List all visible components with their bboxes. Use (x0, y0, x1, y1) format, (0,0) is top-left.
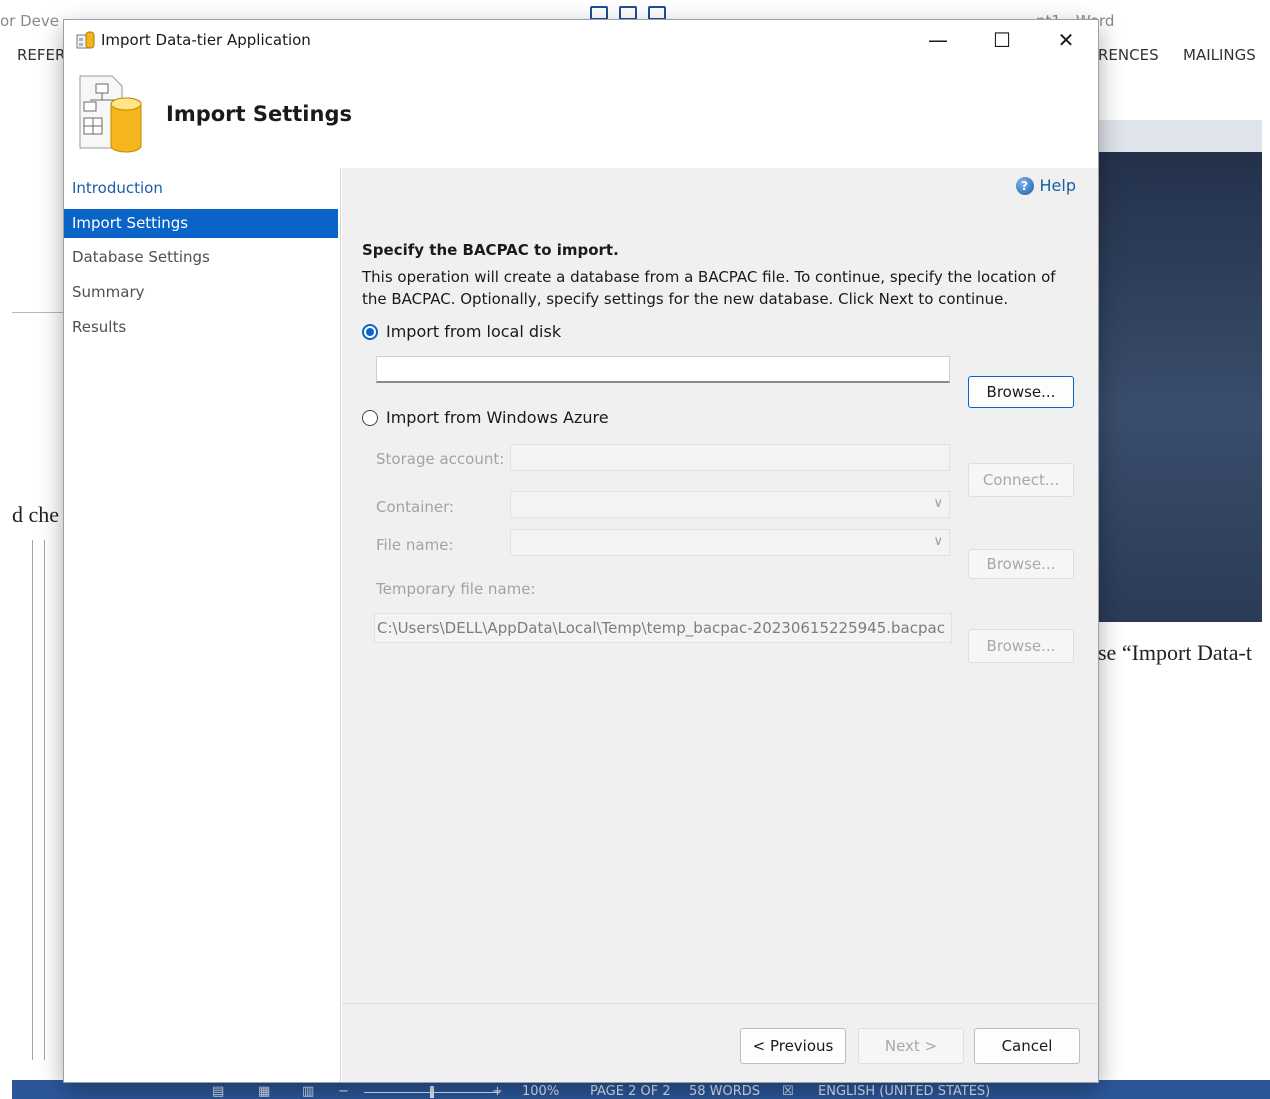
word-table-border (44, 540, 45, 1060)
storage-account-label: Storage account: (376, 450, 505, 468)
nav-item-introduction[interactable]: Introduction (64, 174, 338, 203)
browse-azure-file-button: Browse... (968, 549, 1074, 579)
word-ribbon-strip (1098, 120, 1262, 155)
zoom-level[interactable]: 100% (522, 1084, 559, 1099)
word-ribbon-tab-references-left: REFERI (17, 46, 70, 64)
file-name-label: File name: (376, 536, 454, 554)
print-layout-icon[interactable]: ▦ (258, 1084, 270, 1099)
zoom-out-icon[interactable]: − (338, 1084, 349, 1099)
bacpac-database-icon (79, 75, 142, 153)
browse-temp-file-button: Browse... (968, 629, 1074, 663)
radio-azure-label: Import from Windows Azure (386, 408, 609, 427)
dialog-title: Import Data-tier Application (101, 31, 311, 49)
word-table-border (32, 540, 33, 1060)
word-undo-icon (648, 6, 667, 20)
word-count[interactable]: 58 WORDS (689, 1084, 760, 1099)
dialog-titlebar[interactable]: Import Data-tier Application — ☐ ✕ (64, 20, 1098, 60)
cancel-button[interactable]: Cancel (974, 1028, 1080, 1064)
proofing-icon[interactable]: ☒ (782, 1084, 794, 1099)
import-data-tier-dialog: Import Data-tier Application — ☐ ✕ Impor… (64, 20, 1098, 1082)
section-heading: Specify the BACPAC to import. (362, 241, 619, 259)
wizard-content: ? Help Specify the BACPAC to import. Thi… (342, 168, 1098, 1082)
word-status-bar: ▤ ▦ ▥ − + 100% PAGE 2 OF 2 58 WORDS ☒ EN… (12, 1080, 1270, 1099)
radio-local-disk-label: Import from local disk (386, 322, 562, 341)
close-button[interactable]: ✕ (1034, 20, 1098, 60)
word-ribbon-tab-references: RENCES (1098, 46, 1159, 64)
word-doc-text-right: se “Import Data-t (1098, 640, 1252, 665)
word-quick-access-toolbar (590, 0, 810, 22)
nav-item-import-settings[interactable]: Import Settings (64, 209, 338, 238)
section-description: This operation will create a database fr… (362, 268, 1056, 308)
chevron-down-icon: ∨ (933, 534, 943, 549)
nav-item-database-settings: Database Settings (72, 248, 210, 266)
zoom-in-icon[interactable]: + (492, 1084, 503, 1099)
word-embedded-screenshot (1098, 152, 1262, 622)
nav-item-results: Results (72, 318, 127, 336)
word-divider (12, 312, 66, 313)
radio-local-disk[interactable] (362, 323, 378, 340)
temp-file-label: Temporary file name: (376, 580, 536, 598)
help-link[interactable]: ? Help (1015, 176, 1076, 195)
word-new-icon (619, 6, 638, 20)
word-save-icon (590, 6, 608, 20)
import-local-disk-option[interactable]: Import from local disk (362, 322, 561, 341)
browse-local-button[interactable]: Browse... (968, 376, 1074, 408)
footer-divider (342, 1003, 1098, 1004)
wizard-nav: Introduction Import Settings Database Se… (64, 168, 341, 1082)
zoom-slider-thumb[interactable] (430, 1086, 434, 1098)
bacpac-path-input[interactable] (376, 356, 950, 383)
minimize-button[interactable]: — (906, 20, 970, 60)
import-azure-option[interactable]: Import from Windows Azure (362, 408, 609, 427)
web-layout-icon[interactable]: ▥ (302, 1084, 314, 1099)
help-icon: ? (1015, 176, 1034, 195)
connect-button: Connect... (968, 463, 1074, 497)
data-tier-app-icon (76, 31, 95, 49)
page-count: PAGE 2 OF 2 (590, 1084, 671, 1099)
page-title: Import Settings (166, 102, 352, 126)
next-button: Next > (858, 1028, 964, 1064)
container-select: ∨ (510, 491, 950, 518)
chevron-down-icon: ∨ (933, 496, 943, 511)
word-title-fragment: or Deve (0, 12, 59, 30)
maximize-button[interactable]: ☐ (970, 20, 1034, 60)
nav-item-summary: Summary (72, 283, 145, 301)
container-label: Container: (376, 498, 455, 516)
file-name-select: ∨ (510, 529, 950, 556)
radio-azure[interactable] (362, 409, 378, 426)
language-indicator[interactable]: ENGLISH (UNITED STATES) (818, 1084, 990, 1099)
storage-account-field (510, 444, 950, 471)
help-label: Help (1039, 176, 1076, 195)
word-ribbon-tab-mailings: MAILINGS (1183, 46, 1256, 64)
temp-file-path: C:\Users\DELL\AppData\Local\Temp\temp_ba… (374, 613, 952, 643)
read-mode-icon[interactable]: ▤ (212, 1084, 224, 1099)
wizard-header: Import Settings (64, 60, 1098, 168)
previous-button[interactable]: < Previous (740, 1028, 846, 1064)
word-doc-text-left: d che (12, 502, 60, 527)
